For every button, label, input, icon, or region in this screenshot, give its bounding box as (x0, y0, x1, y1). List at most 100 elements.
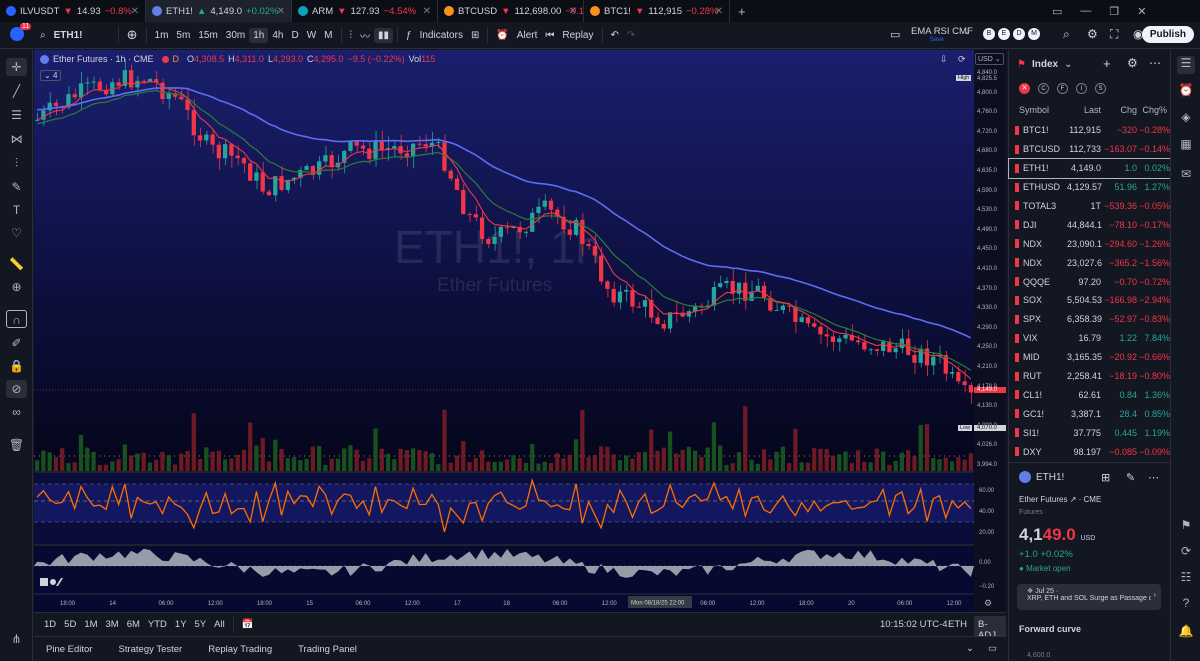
indicators-button[interactable]: Indicators (416, 30, 467, 41)
currency-select[interactable]: USD ⌄ (975, 53, 1004, 65)
watchlist-title[interactable]: Index (1032, 59, 1058, 70)
col-symbol[interactable]: Symbol (1009, 105, 1067, 115)
list-item[interactable]: RUT 2,258.41 −18.19 −0.80% (1009, 367, 1171, 386)
hide-icon[interactable]: ⊘ (6, 380, 27, 398)
more-icon[interactable]: ⋯ (1149, 56, 1161, 70)
list-item[interactable]: ETHUSD 4,129.57 51.96 1.27% (1009, 178, 1171, 197)
fullscreen-icon[interactable]: ⛶ (1110, 27, 1118, 42)
chevron-down-icon[interactable]: ⌄ (1064, 59, 1072, 70)
tab-pine-editor[interactable]: Pine Editor (42, 644, 96, 655)
list-item[interactable]: SOX 5,504.53 −166.98 −2.94% (1009, 291, 1171, 310)
col-chg[interactable]: Chg (1101, 105, 1137, 115)
symbol-search[interactable]: ETH1! (50, 30, 114, 41)
list-item[interactable]: MID 3,165.35 −20.92 −0.66% (1009, 348, 1171, 367)
close-window-icon[interactable]: ✕ (1137, 5, 1146, 18)
line-chart-icon[interactable]: 〰 (356, 28, 374, 43)
candles-icon[interactable]: ▮▮ (374, 27, 394, 43)
list-item[interactable]: BTC1! 112,915 −320 −0.28% (1009, 121, 1171, 140)
range-5y[interactable]: 5Y (191, 619, 211, 630)
pattern-icon[interactable]: ⋈ (6, 130, 27, 148)
undo-icon[interactable]: ↶ (607, 30, 623, 41)
minimize-icon[interactable]: — (1080, 5, 1091, 17)
detail-name[interactable]: Ether Futures (1019, 495, 1067, 504)
ideas-icon[interactable]: ⚑ (1177, 518, 1195, 536)
range-1d[interactable]: 1D (40, 619, 60, 630)
trend-line-icon[interactable]: ╱ (6, 82, 27, 100)
interval-5m[interactable]: 5m (172, 30, 194, 41)
notifications-icon[interactable]: 🔔 (1177, 624, 1195, 642)
download-icon[interactable]: ⇩ (940, 54, 948, 65)
replay-button[interactable]: Replay (558, 30, 597, 41)
interval-4h[interactable]: 4h (268, 30, 287, 41)
tab-replay-trading[interactable]: Replay Trading (204, 644, 276, 655)
tab-btcusd[interactable]: BTCUSD ▼ 112,698.00 −0.1 ✕ (438, 0, 584, 22)
settings-icon[interactable]: ⚙ (1087, 27, 1098, 41)
layout-icon[interactable]: ▭ (1052, 5, 1062, 18)
legend-collapse[interactable]: ⌄ 4 (40, 70, 62, 81)
list-item[interactable]: CL1! 62.61 0.84 1.36% (1009, 386, 1171, 405)
range-6m[interactable]: 6M (123, 619, 144, 630)
close-icon[interactable]: ✕ (423, 6, 431, 17)
settings-icon[interactable]: ⚙ (984, 598, 992, 609)
list-item[interactable]: DXY 98.197 −0.085 −0.09% (1009, 442, 1171, 461)
grid-icon[interactable]: ⊞ (1101, 471, 1110, 484)
templates-icon[interactable]: ⊞ (467, 30, 483, 41)
session-button[interactable]: ETH (948, 619, 967, 630)
range-1m[interactable]: 1M (80, 619, 101, 630)
help-icon[interactable]: ? (1177, 596, 1195, 614)
add-tab-icon[interactable]: + (730, 4, 754, 19)
template-save[interactable]: Save (930, 37, 944, 43)
interval-30m[interactable]: 30m (222, 30, 249, 41)
chart-canvas[interactable]: ETH1!, 1h Ether Futures 18:00 14 06:00 12:0… (34, 50, 974, 612)
chart-area[interactable]: ETH1!, 1h Ether Futures 18:00 14 06:00 12:0… (34, 50, 974, 612)
pencil-lock-icon[interactable]: ✐ (6, 334, 27, 352)
list-item[interactable]: NDX 23,090.1 −294.60 −1.26% (1009, 234, 1171, 253)
edit-icon[interactable]: ✎ (1126, 471, 1135, 484)
magnet-icon[interactable]: ∩ (6, 310, 27, 328)
go-to-date-icon[interactable]: 📅 (238, 619, 258, 630)
streams-icon[interactable]: ⟳ (1177, 544, 1195, 562)
alert-button[interactable]: Alert (513, 30, 542, 41)
range-ytd[interactable]: YTD (144, 619, 171, 630)
close-icon[interactable]: ✕ (277, 6, 285, 17)
maximize-panel-icon[interactable]: ▭ (988, 643, 997, 654)
list-item[interactable]: DJI 44,844.1 −78.10 −0.17% (1009, 216, 1171, 235)
zoom-icon[interactable]: ⌕ (1063, 27, 1070, 42)
forecast-icon[interactable]: ⫶ (6, 154, 27, 172)
ruler-icon[interactable]: 📏 (6, 255, 27, 273)
redo-icon[interactable]: ↷ (623, 30, 639, 41)
list-item[interactable]: SI1! 37.775 0.445 1.19% (1009, 423, 1171, 442)
text-icon[interactable]: T (6, 201, 27, 219)
tab-eth1[interactable]: ETH1! ▲ 4,149.0 +0.02% ✕ (146, 0, 292, 22)
more-icon[interactable]: ⋯ (1148, 471, 1159, 484)
fib-icon[interactable]: ☰ (6, 106, 27, 124)
list-item[interactable]: BTCUSD 112,733 −163.07 −0.14% (1009, 140, 1171, 159)
tab-arm[interactable]: ARM ▼ 127.93 −4.54% ✕ (292, 0, 438, 22)
list-item[interactable]: SPX 6,358.39 −52.97 −0.83% (1009, 310, 1171, 329)
range-1y[interactable]: 1Y (171, 619, 191, 630)
tab-strategy-tester[interactable]: Strategy Tester (114, 644, 186, 655)
list-item[interactable]: QQQE 97.20 −0.70 −0.72% (1009, 272, 1171, 291)
bar-type-icon[interactable]: ⫶ (346, 30, 357, 41)
compare-icon[interactable]: ⊕ (123, 27, 142, 43)
lock-icon[interactable]: 🔒 (6, 357, 27, 375)
refresh-icon[interactable]: ⟳ (958, 54, 966, 65)
add-symbol-icon[interactable]: + (1103, 56, 1111, 71)
list-item[interactable]: VIX 16.79 1.22 7.84% (1009, 329, 1171, 348)
dom-icon[interactable]: ☷ (1177, 570, 1195, 588)
interval-m[interactable]: M (320, 30, 336, 41)
interval-15m[interactable]: 15m (194, 30, 221, 41)
list-item[interactable]: NDX 23,027.6 −365.2 −1.56% (1009, 253, 1171, 272)
range-5d[interactable]: 5D (60, 619, 80, 630)
detail-symbol[interactable]: ETH1! (1036, 472, 1064, 483)
interval-1h[interactable]: 1h (249, 27, 269, 43)
avatar[interactable]: 11 (6, 22, 32, 44)
range-3m[interactable]: 3M (102, 619, 123, 630)
heart-icon[interactable]: ♡ (6, 224, 27, 242)
brush-icon[interactable]: ✎ (6, 178, 27, 196)
close-icon[interactable]: ✕ (131, 6, 139, 17)
trash-icon[interactable]: 🗑 (6, 436, 27, 454)
interval-w[interactable]: W (303, 30, 320, 41)
messages-icon[interactable]: ✉ (1177, 167, 1195, 185)
layers-icon[interactable]: ◈ (1177, 110, 1195, 128)
